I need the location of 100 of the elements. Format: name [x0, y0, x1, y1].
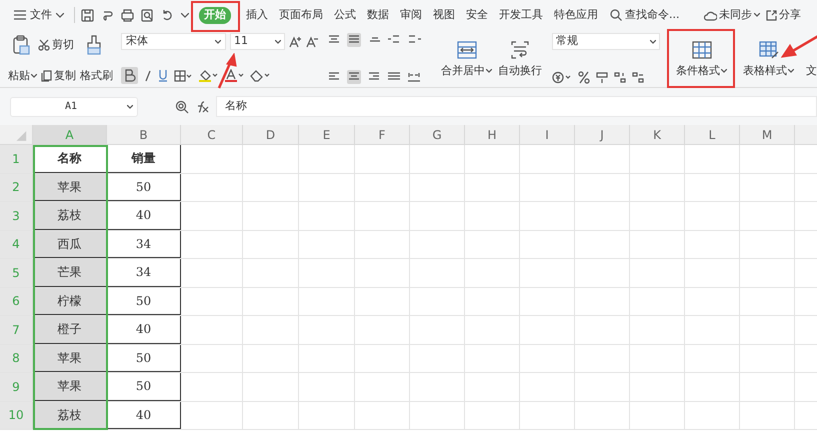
menu-icon: [14, 10, 26, 20]
column-header[interactable]: B: [107, 125, 181, 144]
table-cell: 50: [107, 344, 181, 372]
increase-font-icon[interactable]: [289, 36, 302, 48]
cut-button[interactable]: 剪切: [38, 36, 74, 54]
table-cell: 50: [107, 373, 181, 400]
column-header[interactable]: E: [299, 125, 355, 144]
column-header[interactable]: L: [685, 125, 740, 144]
table-cell: 橙子: [33, 316, 107, 344]
border-icon[interactable]: [174, 70, 192, 82]
menu-tab[interactable]: 视图: [430, 6, 458, 24]
decrease-font-icon[interactable]: [306, 36, 319, 48]
table-cell: 芒果: [33, 259, 107, 286]
print-icon[interactable]: [121, 8, 134, 22]
italic-icon[interactable]: [144, 70, 152, 82]
search-field[interactable]: 查找命令...: [610, 6, 690, 24]
table-cell: 40: [107, 402, 181, 429]
copy-button[interactable]: 复制: [41, 68, 76, 84]
paste-button[interactable]: 粘贴: [8, 68, 37, 84]
caret-icon: [650, 40, 656, 44]
table-cell: 名称: [33, 145, 107, 172]
table-cell: 40: [107, 316, 181, 344]
paste-icon[interactable]: [12, 35, 30, 55]
caret-icon: [754, 13, 760, 17]
column-header[interactable]: D: [243, 125, 299, 144]
share-icon: [766, 10, 777, 20]
arrow-drawing: [781, 32, 817, 58]
caret-icon: [127, 104, 133, 108]
table-cell: 40: [107, 202, 181, 230]
undo-icon[interactable]: [161, 8, 174, 22]
conditional-format-icon: [692, 40, 712, 58]
menu-tab[interactable]: 数据: [364, 6, 392, 24]
wrap-text-button[interactable]: 自动换行: [498, 40, 542, 79]
fill-color-icon[interactable]: [198, 69, 218, 82]
ribbon-label: 文: [806, 63, 817, 79]
font-color-icon[interactable]: [224, 69, 244, 82]
font-size-field[interactable]: 11: [230, 33, 285, 50]
conditional-format-button[interactable]: 条件格式: [674, 40, 729, 79]
file-menu[interactable]: 文件: [14, 5, 68, 25]
menu-tab[interactable]: 开发工具: [496, 6, 546, 24]
table-style-icon: [758, 40, 778, 58]
column-header[interactable]: C: [181, 125, 243, 144]
table-cell: 苹果: [33, 174, 107, 201]
font-name-field[interactable]: 宋体: [121, 33, 226, 50]
scissors-icon: [38, 39, 50, 51]
name-box[interactable]: A1: [10, 96, 138, 116]
menu-tab[interactable]: 插入: [243, 6, 271, 24]
caret-icon: [486, 68, 492, 73]
print-preview-icon[interactable]: [141, 8, 154, 22]
share-button[interactable]: 分享: [766, 6, 801, 24]
column-header[interactable]: J: [575, 125, 630, 144]
formula-field[interactable]: 名称: [216, 96, 817, 117]
table-cell: 50: [107, 288, 181, 315]
copy-icon: [41, 70, 52, 82]
menu-tab[interactable]: 安全: [463, 6, 491, 24]
column-header[interactable]: K: [630, 125, 685, 144]
underline-icon[interactable]: [158, 69, 168, 82]
column-header[interactable]: H: [465, 125, 520, 144]
cloud-icon: [704, 10, 717, 20]
eraser-icon[interactable]: [250, 69, 270, 82]
distribute-icon[interactable]: [407, 70, 421, 84]
highlight-box: [667, 28, 735, 88]
zoom-icon[interactable]: [175, 100, 189, 114]
bold-icon[interactable]: [121, 67, 138, 84]
brush-icon[interactable]: [86, 35, 102, 55]
merge-center-button[interactable]: 合并居中: [441, 40, 492, 79]
highlight-box: [191, 0, 240, 32]
table-cell: 34: [107, 230, 181, 258]
column-header[interactable]: I: [520, 125, 575, 144]
caret-icon: [56, 12, 64, 18]
caret-icon: [31, 74, 37, 78]
table-cell: 柠檬: [33, 288, 107, 315]
column-header[interactable]: G: [410, 125, 465, 144]
table-cell: 苹果: [33, 373, 107, 400]
sync-button[interactable]: 未同步: [704, 6, 760, 24]
wrap-text-icon: [510, 40, 530, 58]
caret-icon: [788, 68, 794, 73]
table-cell: 荔枝: [33, 202, 107, 230]
column-header[interactable]: M: [740, 125, 795, 144]
percent-icon[interactable]: [578, 71, 590, 84]
merge-cells-icon: [456, 40, 476, 58]
column-header[interactable]: F: [355, 125, 410, 144]
caret-icon: [215, 40, 221, 44]
table-cell: 西瓜: [33, 230, 107, 258]
table-cell: 50: [107, 174, 181, 201]
menu-tab[interactable]: 审阅: [397, 6, 425, 24]
search-icon: [610, 9, 622, 21]
caret-icon[interactable]: [181, 12, 189, 18]
align-center-icon[interactable]: [347, 70, 361, 84]
table-cell: 34: [107, 259, 181, 286]
menu-tab[interactable]: 特色应用: [551, 6, 601, 24]
caret-icon: [721, 68, 727, 73]
align-middle-icon[interactable]: [347, 33, 361, 47]
currency-icon[interactable]: [552, 71, 572, 84]
save-icon[interactable]: [81, 8, 94, 22]
number-format-field[interactable]: 常规: [552, 33, 660, 50]
format-painter-button[interactable]: 格式刷: [80, 68, 113, 84]
menu-tab[interactable]: 页面布局: [276, 6, 326, 24]
caret-icon: [275, 40, 281, 44]
menu-tab[interactable]: 公式: [331, 6, 359, 24]
